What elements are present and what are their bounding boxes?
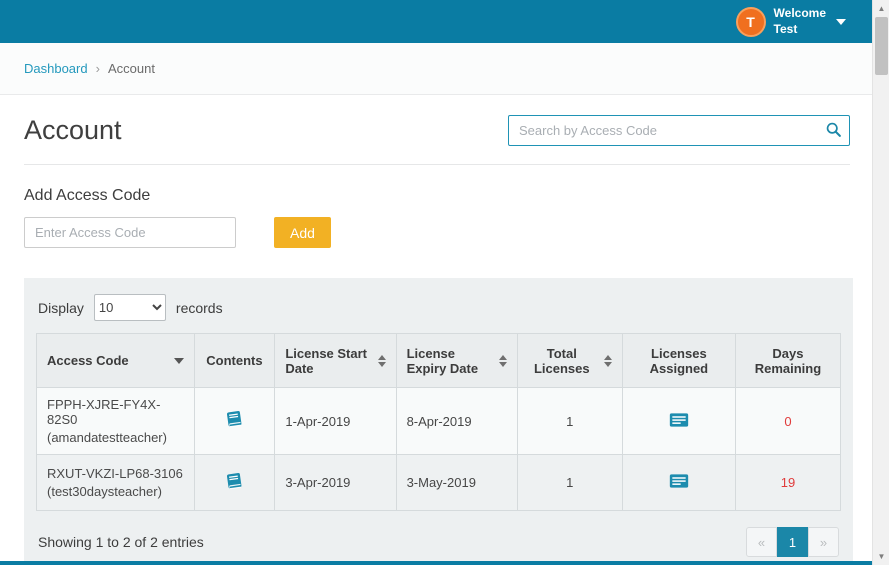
scrollbar-down-arrow-icon[interactable]: ▼ <box>873 548 889 565</box>
breadcrumb: Dashboard › Account <box>0 43 872 95</box>
column-label-contents: Contents <box>206 353 262 368</box>
table-row: RXUT-VKZI-LP68-3106 (test30daysteacher) <box>37 455 841 511</box>
search-icon <box>825 126 842 141</box>
column-header-license-start[interactable]: License Start Date <box>275 334 396 388</box>
table-row: FPPH-XJRE-FY4X-82S0 (amandatestteacher) <box>37 388 841 455</box>
user-menu-chevron-down-icon[interactable] <box>836 19 846 25</box>
bottom-accent-bar <box>0 561 872 565</box>
breadcrumb-dashboard-link[interactable]: Dashboard <box>24 61 88 76</box>
contents-button[interactable] <box>225 410 244 432</box>
search-button[interactable] <box>825 121 842 141</box>
column-header-days-remaining: Days Remaining <box>735 334 840 388</box>
records-label: records <box>176 300 223 316</box>
welcome-user-menu[interactable]: Welcome Test <box>774 6 826 37</box>
book-icon <box>225 479 244 494</box>
license-expiry-value: 8-Apr-2019 <box>396 388 517 455</box>
total-licenses-sort-icon[interactable] <box>604 355 612 367</box>
assigned-list-icon <box>669 477 689 492</box>
add-button[interactable]: Add <box>274 217 331 248</box>
contents-button[interactable] <box>225 472 244 494</box>
licenses-assigned-button[interactable] <box>669 412 689 431</box>
book-icon <box>225 417 244 432</box>
pagination: « 1 » <box>746 527 839 557</box>
pagination-page-1-button[interactable]: 1 <box>777 527 808 557</box>
username-label: Test <box>774 22 826 38</box>
license-start-sort-icon[interactable] <box>378 355 386 367</box>
pagination-prev-button[interactable]: « <box>746 527 777 557</box>
column-label-licenses-assigned: Licenses Assigned <box>650 346 709 376</box>
breadcrumb-separator: › <box>96 61 100 76</box>
access-code-value: FPPH-XJRE-FY4X-82S0 <box>47 397 184 427</box>
column-label-access-code: Access Code <box>47 353 129 368</box>
avatar[interactable]: T <box>736 7 766 37</box>
days-remaining-value: 0 <box>735 388 840 455</box>
total-licenses-value: 1 <box>517 455 622 511</box>
pagination-next-button[interactable]: » <box>808 527 839 557</box>
search-input[interactable] <box>508 115 850 146</box>
licenses-assigned-button[interactable] <box>669 473 689 492</box>
column-header-license-expiry[interactable]: License Expiry Date <box>396 334 517 388</box>
breadcrumb-current: Account <box>108 61 155 76</box>
column-label-license-start: License Start Date <box>285 346 369 376</box>
records-per-page-select[interactable]: 10 <box>94 294 166 321</box>
access-code-owner: (amandatestteacher) <box>47 430 184 445</box>
access-code-sort-caret-icon <box>174 358 184 364</box>
license-expiry-value: 3-May-2019 <box>396 455 517 511</box>
vertical-scrollbar[interactable]: ▲ ▼ <box>872 0 889 565</box>
display-label: Display <box>38 300 84 316</box>
scrollbar-thumb[interactable] <box>875 17 888 75</box>
license-expiry-sort-icon[interactable] <box>499 355 507 367</box>
licenses-table: Access Code Contents License Start Date <box>36 333 841 511</box>
column-label-days-remaining: Days Remaining <box>755 346 821 376</box>
page-title: Account <box>24 115 122 146</box>
total-licenses-value: 1 <box>517 388 622 455</box>
account-page: T Welcome Test Dashboard › Account Accou… <box>0 0 889 565</box>
showing-entries-text: Showing 1 to 2 of 2 entries <box>38 534 204 550</box>
column-header-access-code[interactable]: Access Code <box>37 334 195 388</box>
access-code-value: RXUT-VKZI-LP68-3106 <box>47 466 184 481</box>
column-label-total-licenses: Total Licenses <box>528 346 596 376</box>
table-header-row: Access Code Contents License Start Date <box>37 334 841 388</box>
add-access-code-heading: Add Access Code <box>24 187 848 205</box>
scrollbar-up-arrow-icon[interactable]: ▲ <box>873 0 889 17</box>
column-header-licenses-assigned: Licenses Assigned <box>622 334 735 388</box>
days-remaining-value: 19 <box>735 455 840 511</box>
column-header-total-licenses[interactable]: Total Licenses <box>517 334 622 388</box>
assigned-list-icon <box>669 416 689 431</box>
license-start-value: 1-Apr-2019 <box>275 388 396 455</box>
access-code-search <box>508 115 850 146</box>
welcome-label: Welcome <box>774 6 826 22</box>
column-label-license-expiry: License Expiry Date <box>407 346 491 376</box>
access-code-input[interactable] <box>24 217 236 248</box>
license-start-value: 3-Apr-2019 <box>275 455 396 511</box>
licenses-panel: Display 10 records Access Code <box>24 278 853 565</box>
top-header-bar: T Welcome Test <box>0 0 872 43</box>
column-header-contents: Contents <box>194 334 275 388</box>
access-code-owner: (test30daysteacher) <box>47 484 184 499</box>
